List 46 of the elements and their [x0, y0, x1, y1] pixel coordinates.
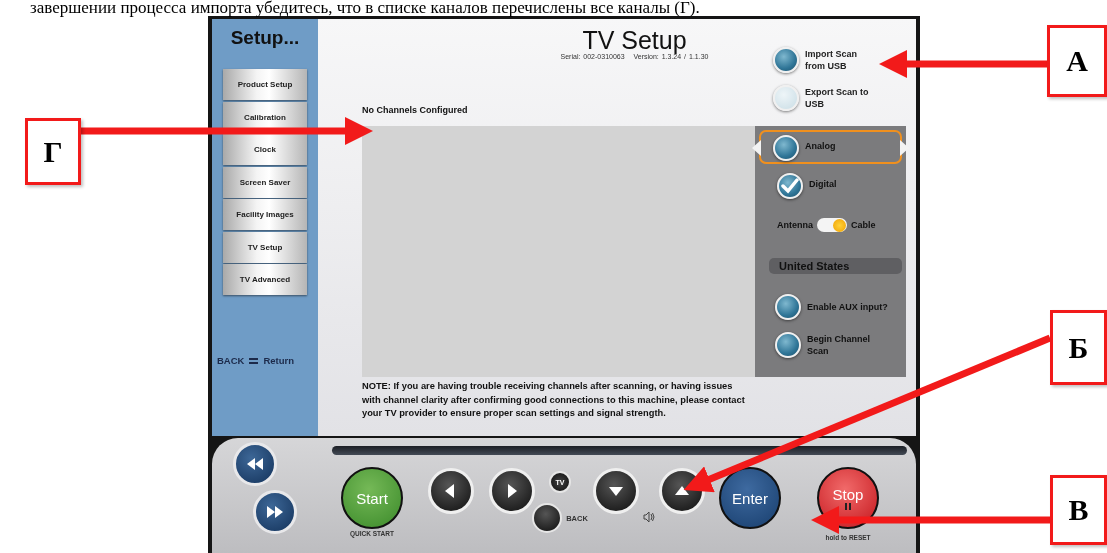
fast-forward-icon	[265, 505, 285, 519]
sidebar-title: Setup...	[230, 27, 300, 50]
back-button[interactable]	[532, 503, 563, 533]
caption-text: завершении процесса импорта убедитесь, что в списке каналов перечислены все каналы (Г).	[29, 0, 701, 16]
pause-icon	[845, 503, 851, 510]
left-button[interactable]	[428, 468, 474, 514]
menu-button[interactable]: Product Setup	[223, 69, 307, 100]
action-label: Begin Channel Scan	[807, 333, 871, 357]
annotation-label: В	[1050, 475, 1107, 545]
radio-button[interactable]	[777, 173, 803, 199]
rewind-icon	[245, 457, 265, 471]
action-label: Enable AUX input?	[807, 301, 889, 313]
menu-button[interactable]: Clock	[223, 134, 307, 165]
enter-button[interactable]: Enter	[719, 467, 781, 529]
speaker-icon	[643, 511, 655, 523]
back-key-label: BACK	[217, 355, 245, 366]
round-button[interactable]	[773, 47, 799, 73]
right-button[interactable]	[489, 468, 535, 514]
radio-button[interactable]	[773, 135, 799, 161]
equals-icon	[249, 357, 259, 364]
menu-button[interactable]: Screen Saver	[223, 166, 307, 198]
option-label: Analog	[805, 140, 837, 152]
option-label: Export Scan to USB	[805, 86, 870, 110]
rewind-button[interactable]	[233, 442, 277, 486]
toggle-switch[interactable]	[817, 218, 847, 232]
round-button[interactable]	[775, 294, 801, 320]
menu-button[interactable]: TV Setup	[223, 231, 307, 263]
round-button[interactable]	[775, 332, 801, 358]
annotation-label: Г	[25, 118, 81, 185]
toggle-right-label: Cable	[851, 220, 876, 230]
left-triangle-icon	[752, 140, 761, 156]
menu-button[interactable]: Facility Images	[223, 199, 307, 230]
fast-forward-button[interactable]	[253, 490, 297, 534]
right-triangle-icon	[900, 140, 909, 156]
down-button[interactable]	[593, 468, 639, 514]
page-title: TV Setup	[581, 27, 688, 53]
list-heading: No Channels Configured	[362, 105, 469, 115]
note-text: NOTE: If you are having trouble receiving channels after scanning, or having issues with channel clarity after confirming good connections to this machine, please contact your TV provider to ensure proper scan settings and signal strength.	[362, 380, 746, 420]
return-label: Return	[263, 355, 295, 366]
option-label: Digital	[809, 178, 838, 190]
option-label: Import Scan from USB	[805, 48, 858, 72]
annotation-label: Б	[1050, 310, 1107, 385]
menu-button[interactable]: TV Advanced	[223, 264, 307, 295]
toggle-left-label: Antenna	[777, 220, 813, 230]
check-icon	[781, 178, 799, 194]
annotation-label: А	[1047, 25, 1107, 97]
